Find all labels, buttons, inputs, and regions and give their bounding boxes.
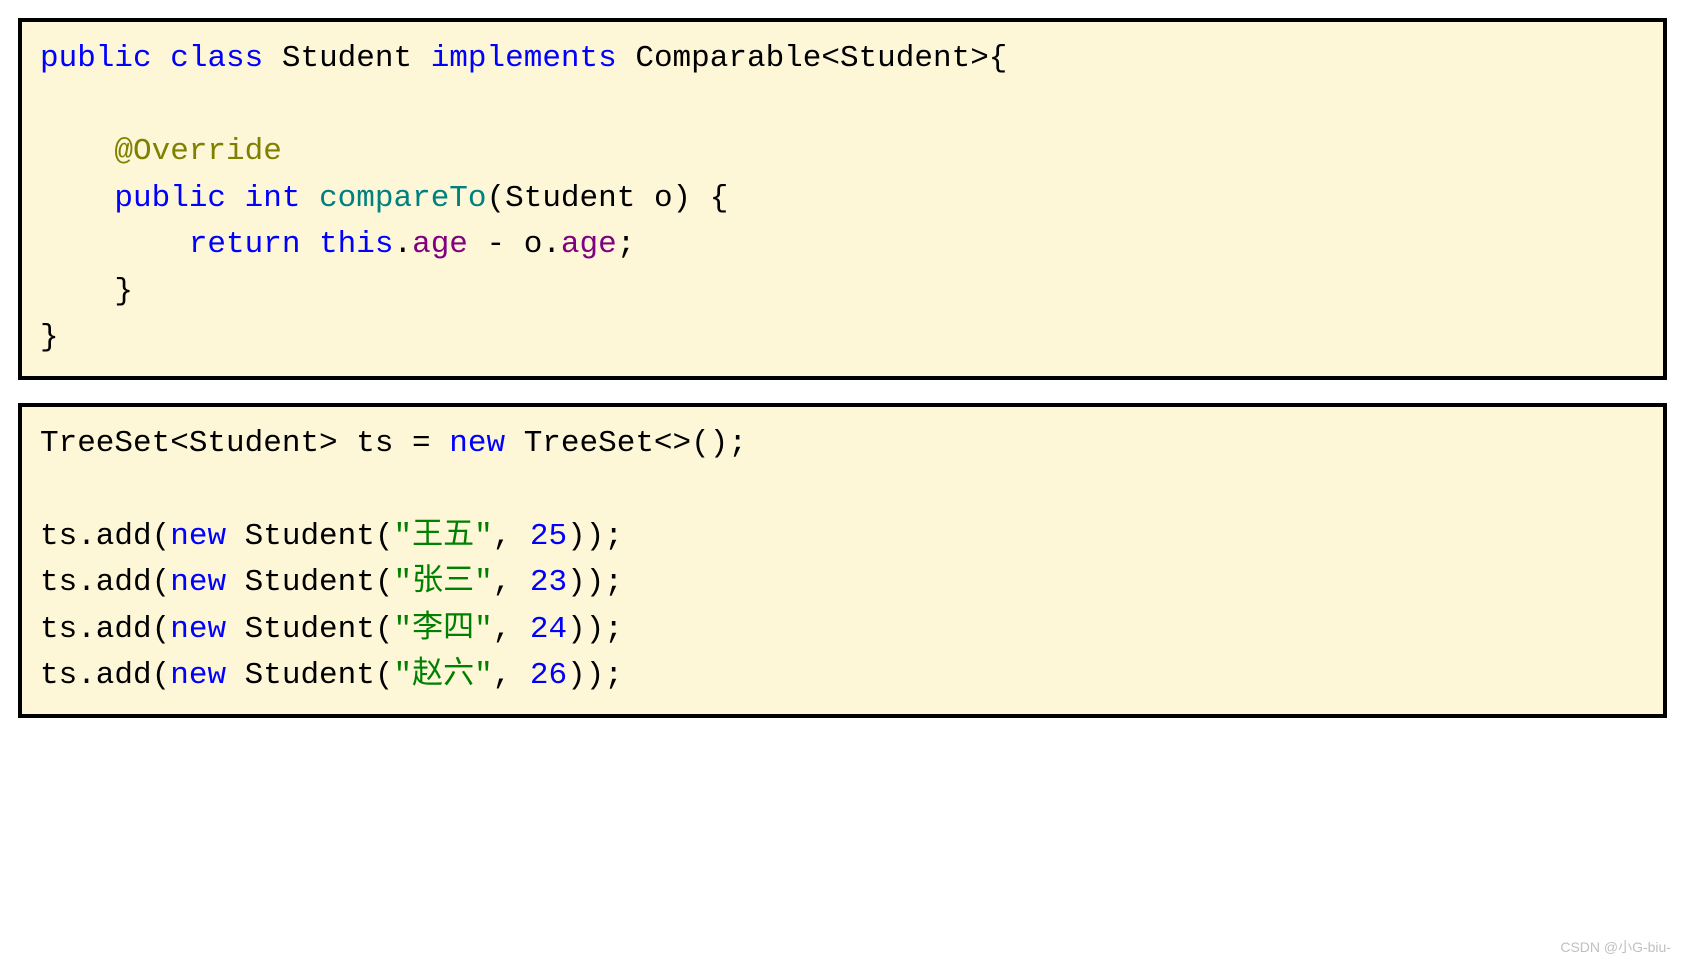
code-block-2: TreeSet<Student> ts = new TreeSet<>(); t… — [18, 403, 1667, 718]
ctor-student: Student( — [226, 519, 393, 554]
number-literal: 26 — [530, 658, 567, 693]
string-literal: "张三" — [393, 565, 492, 600]
keyword-public: public — [40, 41, 152, 76]
number-literal: 23 — [530, 565, 567, 600]
add-call: ts.add( — [40, 612, 170, 647]
ctor-student: Student( — [226, 565, 393, 600]
string-literal: "李四" — [393, 612, 492, 647]
keyword-new: new — [170, 612, 226, 647]
dot: . — [393, 227, 412, 262]
comma: , — [493, 565, 530, 600]
string-literal: "王五" — [393, 519, 492, 554]
keyword-this: this — [319, 227, 393, 262]
close-brace: } — [40, 320, 59, 355]
minus-o-dot: - o. — [468, 227, 561, 262]
keyword-return: return — [189, 227, 301, 262]
keyword-public: public — [114, 181, 226, 216]
close-call: )); — [567, 565, 623, 600]
keyword-class: class — [170, 41, 263, 76]
comma: , — [493, 612, 530, 647]
keyword-new: new — [170, 658, 226, 693]
keyword-new: new — [170, 519, 226, 554]
comma: , — [493, 658, 530, 693]
keyword-new: new — [449, 426, 505, 461]
add-call: ts.add( — [40, 519, 170, 554]
class-name: Student — [282, 41, 412, 76]
keyword-new: new — [170, 565, 226, 600]
close-call: )); — [567, 658, 623, 693]
keyword-int: int — [245, 181, 301, 216]
declaration: TreeSet<Student> ts = — [40, 426, 449, 461]
type-comparable: Comparable<Student>{ — [635, 41, 1007, 76]
keyword-implements: implements — [431, 41, 617, 76]
number-literal: 24 — [530, 612, 567, 647]
add-call: ts.add( — [40, 565, 170, 600]
string-literal: "赵六" — [393, 658, 492, 693]
annotation-override: @Override — [114, 134, 281, 169]
code-block-1: public class Student implements Comparab… — [18, 18, 1667, 380]
method-params: (Student o) { — [487, 181, 729, 216]
ctor-student: Student( — [226, 658, 393, 693]
close-call: )); — [567, 519, 623, 554]
field-age: age — [412, 227, 468, 262]
field-age: age — [561, 227, 617, 262]
comma: , — [493, 519, 530, 554]
number-literal: 25 — [530, 519, 567, 554]
constructor: TreeSet<>(); — [505, 426, 747, 461]
watermark: CSDN @小G-biu- — [1560, 937, 1671, 958]
semicolon: ; — [617, 227, 636, 262]
method-compareto: compareTo — [319, 181, 486, 216]
close-call: )); — [567, 612, 623, 647]
close-brace: } — [40, 274, 133, 309]
add-call: ts.add( — [40, 658, 170, 693]
ctor-student: Student( — [226, 612, 393, 647]
